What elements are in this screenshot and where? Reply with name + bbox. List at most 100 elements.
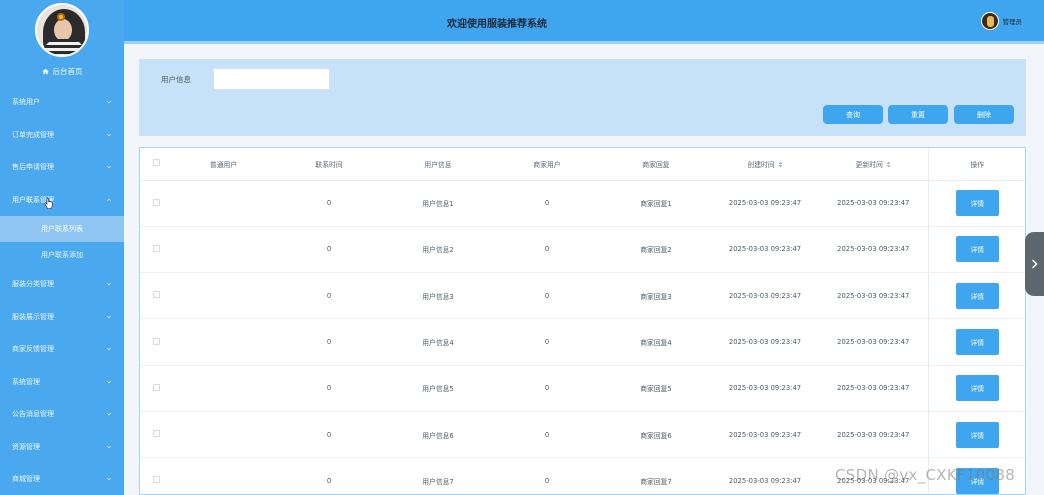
cell-user-info: 用户信息7: [383, 457, 493, 494]
chevron-down-icon: [106, 380, 112, 384]
cell-contact-time: 0: [275, 318, 383, 366]
reset-button[interactable]: 重置: [888, 105, 948, 124]
detail-button[interactable]: 详情: [955, 282, 999, 309]
watermark: CSDN @vx_CXKF10088: [835, 466, 1016, 484]
row-checkbox[interactable]: [140, 272, 172, 320]
cell-reply: 商家回复2: [601, 226, 711, 274]
sidebar-item-user-contact[interactable]: 用户联系管理: [0, 184, 124, 217]
cell-actions: 详情: [927, 180, 1025, 227]
cell-user-info: 用户信息6: [383, 411, 493, 459]
column-header-reply: 商家回复: [601, 148, 711, 181]
cell-merchant: 0: [493, 318, 601, 366]
search-panel: 用户信息 查询 重置 删除: [139, 59, 1026, 136]
sidebar-item-resources[interactable]: 资源管理: [0, 431, 124, 464]
page-title: 欢迎使用服装推荐系统: [447, 19, 547, 30]
cell-merchant: 0: [493, 411, 601, 459]
cell-reply: 商家回复6: [601, 411, 711, 459]
chevron-down-icon: [106, 101, 112, 104]
chevron-down-icon: [106, 315, 112, 319]
select-all-checkbox[interactable]: [140, 148, 172, 181]
cell-updated: 2025-03-03 09:23:47: [819, 365, 928, 412]
query-button[interactable]: 查询: [823, 105, 883, 124]
cell-contact-time: 0: [275, 457, 383, 494]
sidebar-home-link[interactable]: 后台首页: [0, 64, 124, 78]
cell-user: [172, 411, 275, 459]
cell-reply: 商家回复4: [601, 318, 711, 366]
sidebar-item-after-sales[interactable]: 售后申请管理: [0, 151, 124, 184]
column-header-created[interactable]: 创建时间: [711, 148, 819, 181]
row-checkbox[interactable]: [140, 457, 172, 494]
table-row: 0 用户信息5 0 商家回复5 2025-03-03 09:23:47 2025-03-0…: [140, 365, 1025, 412]
row-checkbox[interactable]: [140, 411, 172, 459]
table-row: 0 用户信息3 0 商家回复3 2025-03-03 09:23:47 2025-03-0…: [140, 272, 1025, 320]
sidebar-item-merchant-feedback[interactable]: 商家反馈管理: [0, 333, 124, 366]
sidebar-item-mall[interactable]: 商城管理: [0, 463, 124, 495]
cell-created: 2025-03-03 09:23:47: [711, 226, 819, 274]
sidebar-nav: 系统用户 订单完成管理 售后申请管理 用户联系管理 用户联系列表 用户联系添加 …: [0, 86, 124, 495]
row-checkbox[interactable]: [140, 226, 172, 274]
contact-table: 普通用户 联系时间 用户信息 商家用户 商家回复 创建时间 更新时间 操作 0用…: [140, 148, 1025, 494]
cell-contact-time: 0: [275, 180, 383, 227]
cell-actions: 详情: [927, 272, 1025, 320]
user-avatar[interactable]: [980, 12, 999, 30]
chevron-down-icon: [106, 348, 112, 351]
sidebar-item-system-management[interactable]: 系统管理: [0, 366, 124, 399]
cell-user-info: 用户信息3: [383, 272, 493, 320]
chevron-down-icon: [106, 445, 112, 449]
sidebar-item-label: 商家反馈管理: [12, 345, 54, 354]
sidebar-item-clothing-display[interactable]: 服装展示管理: [0, 301, 124, 334]
sort-icon[interactable]: [886, 161, 891, 168]
cell-reply: 商家回复1: [601, 180, 711, 227]
sidebar-subitem-contact-add[interactable]: 用户联系添加: [0, 242, 124, 268]
cell-merchant: 0: [493, 180, 601, 227]
sidebar-item-clothing-category[interactable]: 服装分类管理: [0, 268, 124, 301]
delete-button[interactable]: 删除: [954, 105, 1014, 124]
column-header-updated[interactable]: 更新时间: [819, 148, 928, 181]
cell-merchant: 0: [493, 457, 601, 494]
cell-user-info: 用户信息2: [383, 226, 493, 274]
cell-created: 2025-03-03 09:23:47: [711, 411, 819, 459]
cell-created: 2025-03-03 09:23:47: [711, 457, 819, 494]
detail-button[interactable]: 详情: [955, 375, 999, 402]
chevron-right-icon: [1032, 259, 1038, 269]
sidebar-item-announcements[interactable]: 公告消息管理: [0, 398, 124, 431]
sidebar-subitem-contact-list[interactable]: 用户联系列表: [0, 216, 124, 242]
cell-updated: 2025-03-03 09:23:47: [819, 272, 928, 320]
sidebar-item-label: 售后申请管理: [12, 163, 54, 172]
avatar[interactable]: [35, 3, 89, 57]
user-info-search-input[interactable]: [213, 68, 330, 90]
cell-created: 2025-03-03 09:23:47: [711, 180, 819, 227]
cell-contact-time: 0: [275, 272, 383, 320]
sidebar-item-label: 公告消息管理: [12, 410, 54, 419]
row-checkbox[interactable]: [140, 365, 172, 412]
cell-updated: 2025-03-03 09:23:47: [819, 411, 928, 459]
cell-user: [172, 318, 275, 366]
cell-user-info: 用户信息4: [383, 318, 493, 366]
detail-button[interactable]: 详情: [955, 329, 999, 356]
detail-button[interactable]: 详情: [955, 190, 999, 217]
row-checkbox[interactable]: [140, 180, 172, 227]
sidebar-item-label: 系统管理: [12, 377, 40, 386]
cell-user: [172, 226, 275, 274]
detail-button[interactable]: 详情: [955, 421, 999, 448]
table-row: 0 用户信息6 0 商家回复6 2025-03-03 09:23:47 2025-03-0…: [140, 411, 1025, 459]
cell-contact-time: 0: [275, 365, 383, 412]
detail-button[interactable]: 详情: [955, 236, 999, 263]
chevron-down-icon: [106, 413, 112, 416]
side-expand-handle[interactable]: [1025, 232, 1044, 296]
cell-merchant: 0: [493, 272, 601, 320]
row-checkbox[interactable]: [140, 318, 172, 366]
cell-user: [172, 272, 275, 320]
user-menu[interactable]: 管理员: [980, 12, 1022, 30]
sort-icon[interactable]: [778, 161, 783, 168]
contact-table-container: 普通用户 联系时间 用户信息 商家用户 商家回复 创建时间 更新时间 操作 0用…: [139, 147, 1026, 495]
column-header-created-label: 创建时间: [747, 160, 775, 169]
table-row: 0 用户信息2 0 商家回复2 2025-03-03 09:23:47 2025-03-0…: [140, 226, 1025, 274]
chevron-down-icon: [106, 166, 112, 169]
chevron-down-icon: [106, 133, 112, 137]
sidebar-item-system-users[interactable]: 系统用户: [0, 86, 124, 119]
cell-actions: 详情: [927, 226, 1025, 274]
table-row: 0 用户信息4 0 商家回复4 2025-03-03 09:23:47 2025-03-0…: [140, 318, 1025, 366]
cell-reply: 商家回复5: [601, 365, 711, 412]
sidebar-item-order-completion[interactable]: 订单完成管理: [0, 119, 124, 152]
